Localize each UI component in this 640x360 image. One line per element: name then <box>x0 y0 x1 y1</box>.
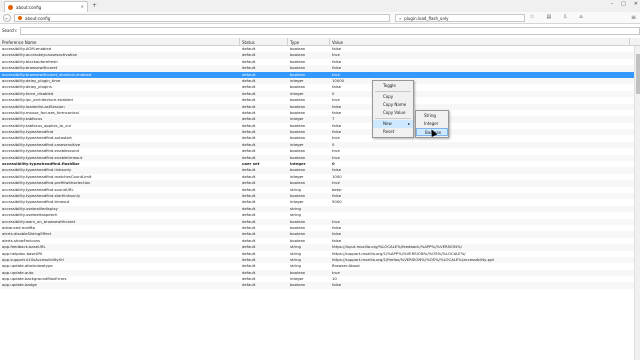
minimize-icon[interactable]: – <box>611 1 614 7</box>
new-tab-button[interactable]: + <box>92 2 97 9</box>
menu-item-copy-value[interactable]: Copy Value <box>373 109 413 117</box>
submenu-arrow-icon: ▸ <box>407 121 410 126</box>
menu-item-copy-name[interactable]: Copy Name <box>373 101 413 109</box>
table-body: accessibility.AOM.enabled default boolean f… <box>0 46 640 289</box>
maximize-icon[interactable]: □ <box>621 1 626 7</box>
navigation-bar: ← about:config ⌕ plugin.load_flash_only … <box>0 12 640 24</box>
cell-name: app.update.badge <box>2 282 37 288</box>
filter-label: Search: <box>2 28 18 33</box>
tab-title: about:config <box>16 4 42 10</box>
context-menu: Toggle Copy Copy Name Copy Value New ▸ R… <box>372 80 414 138</box>
filter-row: Search: <box>0 25 640 36</box>
cell-value: false <box>332 282 342 288</box>
home-icon[interactable]: ⌂ <box>579 14 582 20</box>
scrollbar-thumb[interactable] <box>636 54 640 94</box>
menu-item-new[interactable]: New ▸ <box>373 120 413 128</box>
filter-input[interactable] <box>20 26 640 35</box>
firefox-icon <box>18 16 22 20</box>
menu-item-reset[interactable]: Reset <box>373 128 413 136</box>
hamburger-menu-icon[interactable]: ≡ <box>631 14 636 21</box>
menu-item-new-label: New <box>383 121 392 126</box>
preferences-table: Preference Name Status Type Value access… <box>0 38 640 360</box>
back-button[interactable]: ← <box>3 14 11 22</box>
bookmark-star-icon[interactable]: ☆ <box>530 14 534 20</box>
column-header-status[interactable]: Status <box>240 38 288 46</box>
column-header-name[interactable]: Preference Name <box>0 38 240 46</box>
search-bar[interactable]: ⌕ plugin.load_flash_only <box>395 14 525 22</box>
menu-separator <box>375 118 411 119</box>
column-header-type[interactable]: Type <box>288 38 330 46</box>
toolbar-icons: ☆ ▤ ⇩ ⌂ <box>530 14 583 20</box>
menu-item-toggle[interactable]: Toggle <box>373 82 413 90</box>
column-header-value[interactable]: Value <box>330 38 630 46</box>
window-controls: – □ ✕ <box>611 1 638 7</box>
url-bar[interactable]: about:config <box>14 14 390 22</box>
submenu-item-integer[interactable]: Integer <box>416 120 448 128</box>
menu-item-copy[interactable]: Copy <box>373 93 413 101</box>
reading-list-icon[interactable]: ▤ <box>546 14 551 20</box>
vertical-scrollbar[interactable] <box>634 46 640 360</box>
submenu-item-string[interactable]: String <box>416 112 448 120</box>
table-header: Preference Name Status Type Value <box>0 38 640 46</box>
close-window-icon[interactable]: ✕ <box>634 1 638 7</box>
table-row[interactable]: app.update.badge default boolean false <box>0 282 640 289</box>
search-icon: ⌕ <box>399 15 402 21</box>
search-text: plugin.load_flash_only <box>404 15 449 21</box>
close-tab-icon[interactable]: ✕ <box>81 4 84 9</box>
download-icon[interactable]: ⇩ <box>563 14 567 20</box>
cell-type: boolean <box>290 282 306 288</box>
menu-separator <box>375 91 411 92</box>
firefox-icon <box>8 4 13 10</box>
url-text: about:config <box>25 15 51 21</box>
cell-status: default <box>242 282 256 288</box>
tab-about-config[interactable]: about:config ✕ <box>4 1 88 12</box>
title-bar: about:config ✕ + – □ ✕ <box>0 0 640 12</box>
